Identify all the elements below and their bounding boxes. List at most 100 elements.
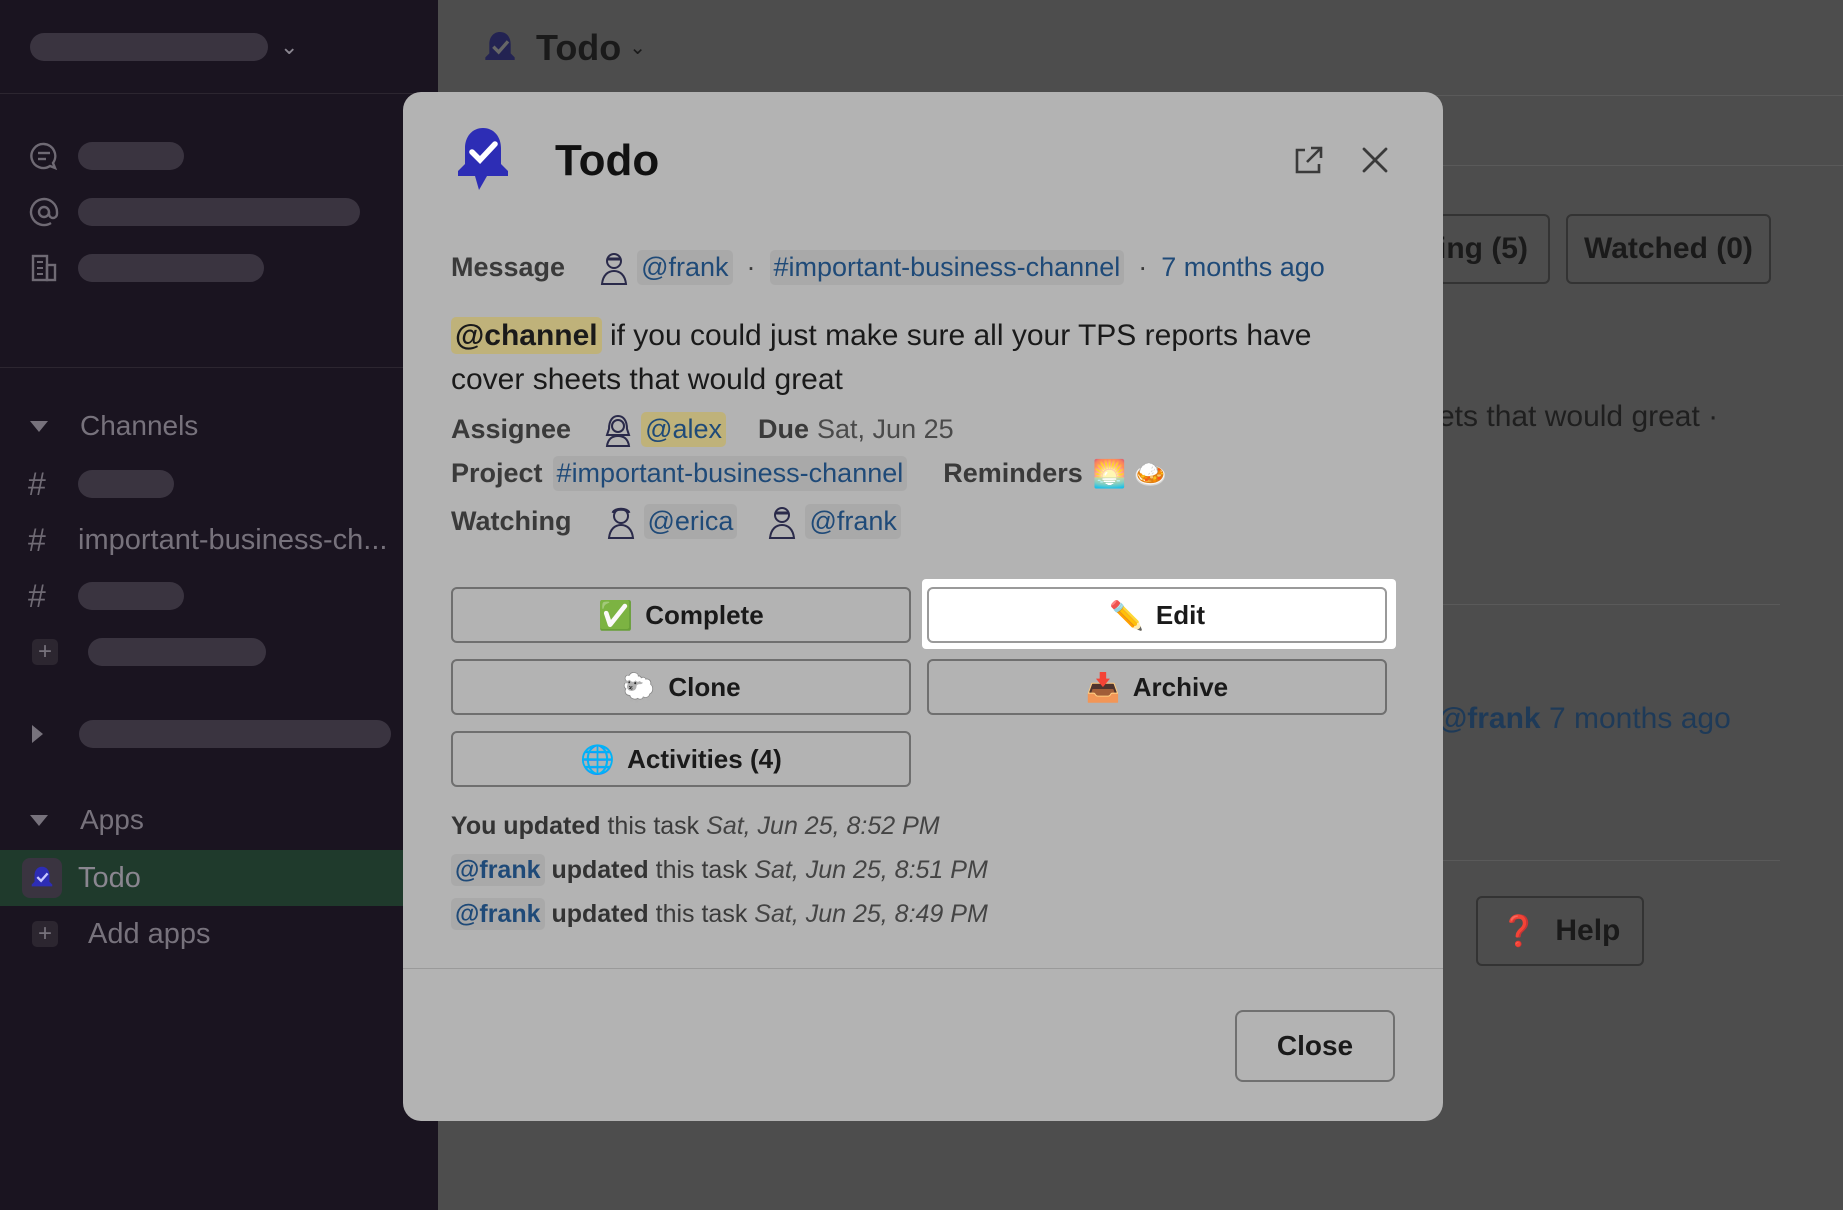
external-link-icon[interactable] (1291, 144, 1325, 178)
caret-down-icon (30, 814, 48, 826)
archive-button[interactable]: 📥 Archive (927, 659, 1387, 715)
channels-section-toggle[interactable]: Channels (0, 396, 438, 456)
workspace-switcher[interactable]: ⌄ (0, 0, 438, 94)
hash-icon: # (28, 465, 46, 502)
plus-icon: + (32, 638, 58, 665)
sidebar-channel-item[interactable]: # (0, 568, 438, 624)
watcher-frank-link[interactable]: @frank (805, 504, 901, 539)
todo-bell-icon (485, 31, 515, 60)
todo-label: Todo (78, 861, 141, 894)
hash-icon: # (28, 521, 46, 558)
channel-header[interactable]: Todo ⌄ (438, 0, 1843, 96)
add-apps-button[interactable]: + Add apps (0, 906, 438, 962)
close-button[interactable]: Close (1235, 1010, 1395, 1082)
activities-label: Activities (4) (627, 743, 782, 774)
todo-bell-icon (458, 128, 508, 190)
message-row: Message @frank · #important-business-cha… (451, 250, 1325, 285)
sidebar-channel-item[interactable]: # (0, 456, 438, 512)
sidebar-app-todo[interactable]: Todo (0, 850, 438, 906)
caret-right-icon (32, 725, 43, 743)
assignee-row: Assignee @alex Due Sat, Jun 25 (451, 412, 954, 447)
project-channel-link[interactable]: #important-business-channel (552, 456, 908, 491)
sidebar: ⌄ Channels # # important-business-ch... … (0, 0, 438, 1210)
add-channel-button[interactable]: + (0, 624, 438, 680)
nav-threads[interactable] (0, 128, 438, 184)
background-task-snippet: ets that would great · (1438, 400, 1719, 433)
modal-footer-divider (403, 968, 1443, 969)
channel-mention[interactable]: @channel (451, 317, 602, 354)
activity-time: Sat, Jun 25, 8:52 PM (706, 812, 940, 840)
activity-actor-link[interactable]: @frank (451, 854, 545, 886)
reminders-label: Reminders (943, 458, 1083, 488)
message-body: @channel if you could just make sure all… (451, 314, 1381, 402)
message-author-link[interactable]: @frank (637, 250, 733, 285)
caret-down-icon (30, 420, 48, 432)
clone-button[interactable]: 🐑 Clone (451, 659, 911, 715)
activity-text: this task (607, 812, 700, 840)
activity-verb: updated (551, 900, 649, 928)
assignee-link[interactable]: @alex (641, 412, 727, 447)
channel-label: important-business-ch... (78, 523, 388, 556)
pending-tab[interactable]: ing (5) (1438, 214, 1550, 284)
background-time-link: 7 months ago (1548, 702, 1731, 735)
watching-label: Watching (451, 506, 572, 536)
activity-text: this task (655, 900, 748, 928)
pencil-icon: ✏️ (1109, 599, 1144, 631)
message-channel-link[interactable]: #important-business-channel (769, 250, 1125, 285)
apps-section-toggle[interactable]: Apps (0, 790, 438, 850)
project-label: Project (451, 458, 543, 488)
at-sign-icon (28, 196, 60, 228)
todo-app-icon (22, 858, 62, 898)
watched-tab[interactable]: Watched (0) (1566, 214, 1771, 284)
avatar-frank (769, 506, 796, 539)
modal-title: Todo (555, 136, 660, 185)
collapsed-section-toggle[interactable] (0, 706, 438, 762)
complete-label: Complete (645, 599, 764, 630)
sheep-icon: 🐑 (621, 671, 657, 703)
activity-text: this task (655, 856, 748, 884)
activity-item: @frank updated this task Sat, Jun 25, 8:… (451, 854, 988, 886)
add-apps-label: Add apps (88, 917, 211, 950)
close-icon[interactable] (1359, 144, 1391, 176)
chevron-down-icon: ⌄ (629, 37, 647, 59)
project-row: Project #important-business-channel Remi… (451, 456, 1168, 491)
watched-tab-label: Watched (0) (1584, 232, 1753, 265)
activity-actor-link[interactable]: @frank (451, 898, 545, 930)
activities-button[interactable]: 🌐 Activities (4) (451, 731, 911, 787)
edit-button[interactable]: ✏️ Edit (927, 587, 1387, 643)
activity-actor: You updated (451, 812, 601, 840)
question-mark-icon: ❓ (1500, 914, 1538, 948)
globe-icon: 🌐 (580, 743, 616, 775)
complete-button[interactable]: ✅ Complete (451, 587, 911, 643)
activity-time: Sat, Jun 25, 8:49 PM (754, 900, 988, 928)
pending-tab-label: ing (5) (1438, 232, 1528, 265)
watching-row: Watching @erica @frank (451, 504, 901, 539)
nav-directory[interactable] (0, 240, 438, 296)
channels-heading: Channels (80, 410, 199, 441)
due-label: Due (758, 414, 810, 444)
sidebar-channel-important-business[interactable]: # important-business-ch... (0, 512, 438, 568)
assignee-label: Assignee (451, 414, 572, 444)
clone-label: Clone (668, 671, 741, 702)
activity-item: @frank updated this task Sat, Jun 25, 8:… (451, 898, 988, 930)
workspace-name-placeholder (30, 32, 268, 61)
hash-icon: # (28, 577, 46, 614)
watcher-erica-link[interactable]: @erica (643, 504, 738, 539)
building-icon (28, 252, 60, 284)
archive-label: Archive (1132, 671, 1229, 702)
activity-verb: updated (551, 856, 649, 884)
close-label: Close (1276, 1030, 1354, 1061)
nav-mentions[interactable] (0, 184, 438, 240)
modal-header: Todo (403, 92, 1443, 232)
background-author-link: @frank (1438, 702, 1541, 735)
help-button[interactable]: ❓ Help (1476, 896, 1645, 966)
message-time-link[interactable]: 7 months ago (1161, 252, 1325, 283)
avatar-erica (607, 507, 634, 539)
help-label: Help (1555, 914, 1621, 947)
apps-heading: Apps (80, 804, 144, 835)
reminders-icons[interactable]: 🌅 🍛 (1093, 458, 1168, 490)
check-mark-icon: ✅ (598, 599, 634, 631)
activity-item: You updated this task Sat, Jun 25, 8:52 … (451, 812, 940, 841)
header-title: Todo (536, 26, 622, 68)
inbox-tray-icon: 📥 (1085, 671, 1121, 703)
